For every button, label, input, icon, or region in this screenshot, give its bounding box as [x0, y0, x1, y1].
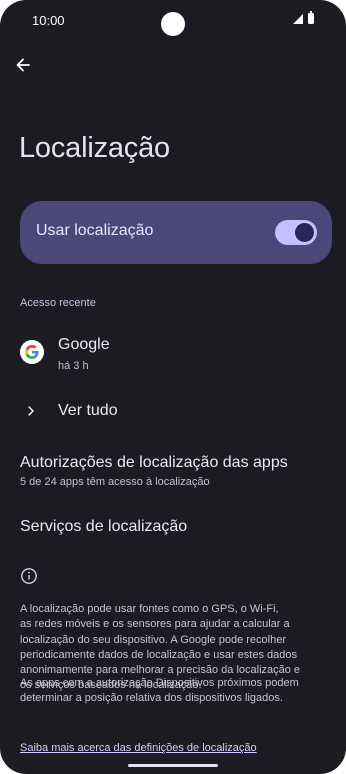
info-line: determinar a posição relativa dos dispos… [20, 692, 283, 705]
app-name: Google [58, 336, 110, 353]
see-all-label: Ver tudo [58, 402, 118, 419]
battery-icon [308, 11, 314, 24]
recent-app-google[interactable]: Google há 3 h [0, 330, 346, 378]
info-line: localização do seu dispositivo. A Google… [20, 633, 287, 646]
chevron-right-icon [28, 406, 34, 416]
nearby-devices-info-text: As apps com a autorização Dispositivos p… [20, 676, 332, 707]
info-line: periodicamente dados de localização e us… [20, 648, 298, 661]
recent-access-heading: Acesso recente [20, 297, 96, 309]
google-icon [20, 340, 44, 364]
app-location-permissions-row[interactable]: Autorizações de localização das apps 5 d… [0, 450, 346, 494]
camera-cutout [161, 12, 185, 36]
app-permissions-title: Autorizações de localização das apps [20, 454, 288, 471]
app-access-time: há 3 h [58, 360, 89, 372]
use-location-switch[interactable] [275, 220, 317, 245]
learn-more-link[interactable]: Saiba mais acerca das definições de loca… [20, 742, 257, 754]
signal-icon [293, 14, 303, 24]
use-location-label: Usar localização [36, 222, 154, 239]
see-all-row[interactable]: Ver tudo [0, 398, 346, 426]
app-permissions-subtitle: 5 de 24 apps têm acesso à localização [20, 476, 210, 488]
switch-knob [295, 223, 314, 242]
back-button[interactable] [10, 54, 36, 76]
info-icon [21, 568, 37, 584]
info-line: as redes móveis e os sensores para ajuda… [20, 618, 290, 631]
page-title: Localização [19, 132, 170, 164]
phone-screen: 10:00 Localização Usar localização Acess… [0, 0, 346, 774]
info-line: As apps com a autorização Dispositivos p… [20, 677, 299, 689]
location-services-row[interactable]: Serviços de localização [20, 518, 187, 536]
gesture-nav-bar[interactable] [128, 764, 218, 767]
status-bar: 10:00 [0, 0, 346, 40]
info-line: A localização pode usar fontes como o GP… [20, 603, 279, 615]
status-time: 10:00 [32, 13, 65, 28]
use-location-card[interactable]: Usar localização [20, 201, 332, 264]
arrow-left-icon [16, 58, 30, 72]
